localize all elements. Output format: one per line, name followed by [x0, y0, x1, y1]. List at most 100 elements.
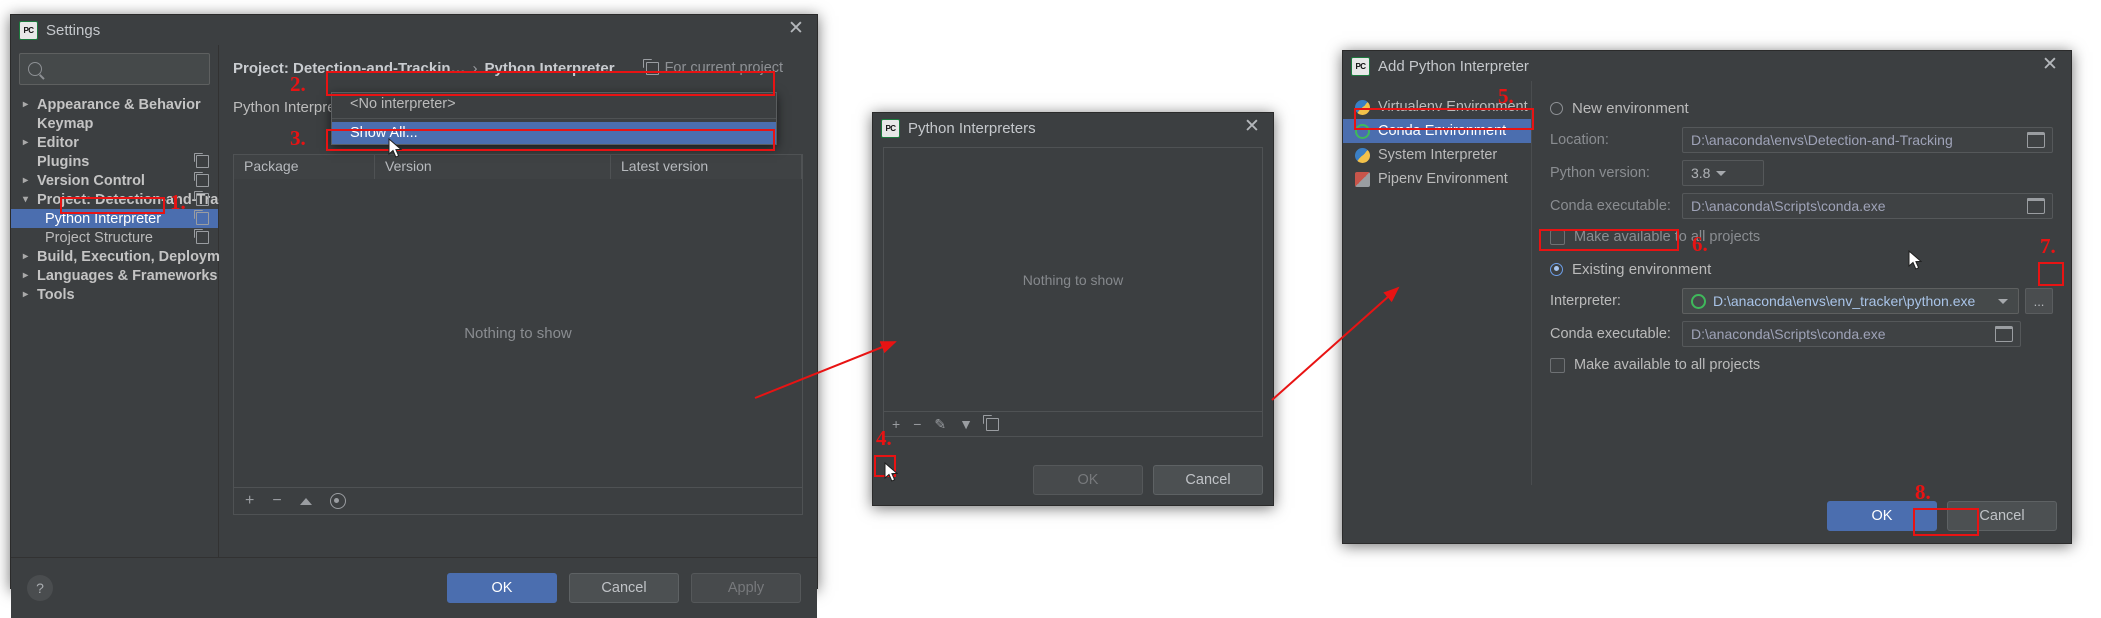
chevron-right-icon[interactable]	[23, 251, 37, 262]
new-make-available-label: Make available to all projects	[1574, 229, 1761, 245]
existing-environment-label: Existing environment	[1572, 260, 1712, 278]
new-environment-radio[interactable]	[1550, 101, 1563, 115]
browse-interpreter-button[interactable]: ...	[2025, 288, 2053, 314]
packages-empty-state: Nothing to show	[234, 179, 802, 488]
settings-sidebar: Appearance & Behavior Keymap Editor Plugins…	[11, 45, 262, 557]
existing-environment-radio-row[interactable]: Existing environment	[1550, 258, 2053, 280]
chevron-right-icon[interactable]	[23, 137, 37, 148]
existing-environment-radio[interactable]	[1550, 262, 1563, 276]
close-icon[interactable]: ✕	[1239, 117, 1265, 139]
environment-type-list: Virtualenv Environment Conda Environment S…	[1343, 81, 1532, 485]
env-type-conda-environment[interactable]: Conda Environment	[1343, 119, 1531, 143]
interpreters-ok-button[interactable]: OK	[1033, 465, 1143, 495]
interpreter-row: Interpreter: D:\anaconda\envs\env_tracke…	[1550, 288, 2053, 314]
sidebar-item-label: Build, Execution, Deployment	[37, 248, 242, 265]
copy-icon[interactable]	[983, 415, 999, 431]
remove-interpreter-button[interactable]: −	[913, 416, 921, 432]
folder-icon[interactable]	[1995, 326, 2013, 342]
sidebar-item-languages-frameworks[interactable]: Languages & Frameworks	[11, 266, 218, 285]
env-type-system-interpreter[interactable]: System Interpreter	[1343, 143, 1531, 167]
interpreter-combo[interactable]: D:\anaconda\envs\env_tracker\python.exe	[1682, 288, 2019, 314]
show-early-releases-icon[interactable]	[329, 493, 346, 509]
copy-icon[interactable]	[193, 228, 209, 244]
dropdown-option-no-interpreter[interactable]: <No interpreter>	[332, 93, 776, 115]
sidebar-item-keymap[interactable]: Keymap	[11, 114, 218, 133]
interpreter-label: Interpreter:	[1550, 293, 1621, 309]
copy-icon[interactable]	[193, 152, 209, 168]
new-make-available-row[interactable]: Make available to all projects	[1550, 226, 2053, 248]
sidebar-item-project-detection-and-trackin[interactable]: Project: Detection-and-Trackin…	[11, 190, 262, 209]
add-interpreter-window-title: Add Python Interpreter	[1378, 57, 1529, 75]
sidebar-item-project-structure[interactable]: Project Structure	[11, 228, 218, 247]
python-version-label: Python version:	[1550, 165, 1650, 181]
python-version-value: 3.8	[1691, 165, 1711, 181]
new-conda-executable-row: Conda executable: D:\anaconda\Scripts\co…	[1550, 193, 2053, 219]
mouse-cursor-add-button	[884, 462, 899, 482]
copy-icon[interactable]	[193, 171, 209, 187]
packages-column-header[interactable]: Version	[375, 155, 611, 179]
new-environment-radio-row[interactable]: New environment	[1550, 97, 2053, 119]
sidebar-item-appearance-behavior[interactable]: Appearance & Behavior	[11, 95, 218, 114]
chevron-right-icon[interactable]	[23, 270, 37, 281]
copy-icon[interactable]	[193, 190, 209, 206]
scope-label: For current project	[664, 60, 784, 76]
help-button[interactable]: ?	[27, 575, 53, 601]
new-conda-executable-field[interactable]: D:\anaconda\Scripts\conda.exe	[1682, 193, 2053, 219]
existing-make-available-checkbox[interactable]	[1550, 357, 1565, 373]
sidebar-item-build-execution-deployment[interactable]: Build, Execution, Deployment	[11, 247, 242, 266]
mouse-cursor-show-all	[388, 138, 403, 158]
sidebar-item-label: Plugins	[37, 153, 90, 170]
sidebar-item-label: Project Structure	[45, 229, 153, 246]
sidebar-item-version-control[interactable]: Version Control	[11, 171, 218, 190]
chevron-down-icon[interactable]	[23, 194, 37, 205]
remove-package-button[interactable]: −	[272, 492, 281, 510]
step-2-label: 2.	[290, 72, 306, 96]
interpreter-value: D:\anaconda\envs\env_tracker\python.exe	[1713, 293, 1976, 309]
settings-footer: ? OK Cancel Apply	[11, 557, 817, 618]
settings-cancel-button[interactable]: Cancel	[569, 573, 679, 603]
add-interpreter-cancel-button[interactable]: Cancel	[1947, 501, 2057, 531]
packages-column-header[interactable]: Package	[234, 155, 375, 179]
sidebar-item-plugins[interactable]: Plugins	[11, 152, 218, 171]
step-4-label: 4.	[876, 426, 892, 450]
folder-icon[interactable]	[2027, 132, 2045, 148]
chevron-right-icon[interactable]	[23, 289, 37, 300]
interpreters-cancel-button[interactable]: Cancel	[1153, 465, 1263, 495]
packages-column-header[interactable]: Latest version	[611, 155, 802, 179]
sidebar-item-python-interpreter[interactable]: Python Interpreter	[11, 209, 218, 228]
settings-apply-button[interactable]: Apply	[691, 573, 801, 603]
search-icon	[28, 62, 42, 76]
breadcrumb-project[interactable]: Project: Detection-and-Trackin…	[233, 60, 466, 77]
env-type-label: Conda Environment	[1378, 123, 1507, 139]
folder-icon[interactable]	[2027, 198, 2045, 214]
existing-conda-executable-field[interactable]: D:\anaconda\Scripts\conda.exe	[1682, 321, 2021, 347]
filter-icon[interactable]: ▼	[959, 416, 973, 432]
packages-header: Package Version Latest version	[234, 155, 802, 180]
sidebar-item-tools[interactable]: Tools	[11, 285, 218, 304]
new-make-available-checkbox[interactable]	[1550, 229, 1565, 245]
sidebar-item-label: Tools	[37, 286, 75, 303]
python-version-combo[interactable]: 3.8	[1682, 160, 1764, 186]
step-6-label: 6.	[1692, 232, 1708, 256]
existing-make-available-row[interactable]: Make available to all projects	[1550, 354, 2053, 376]
settings-ok-button[interactable]: OK	[447, 573, 557, 603]
add-interpreter-button[interactable]: +	[892, 416, 900, 432]
search-input[interactable]	[19, 53, 210, 85]
env-type-pipenv-environment[interactable]: Pipenv Environment	[1343, 167, 1531, 191]
location-field[interactable]: D:\anaconda\envs\Detection-and-Tracking	[1682, 127, 2053, 153]
copy-icon[interactable]	[193, 209, 209, 225]
new-conda-executable-value: D:\anaconda\Scripts\conda.exe	[1691, 198, 1886, 214]
add-interpreter-ok-button[interactable]: OK	[1827, 501, 1937, 531]
settings-titlebar: Settings ✕	[11, 15, 817, 45]
edit-interpreter-icon[interactable]: ✎	[934, 416, 946, 433]
upgrade-package-icon[interactable]	[299, 497, 312, 505]
chevron-right-icon[interactable]	[23, 175, 37, 186]
chevron-right-icon[interactable]	[23, 99, 37, 110]
add-package-button[interactable]: +	[245, 492, 254, 510]
system-interpreter-icon	[1355, 147, 1370, 163]
location-label: Location:	[1550, 132, 1609, 148]
interpreters-empty-state: Nothing to show	[1022, 272, 1124, 288]
close-icon[interactable]: ✕	[783, 19, 809, 41]
sidebar-item-editor[interactable]: Editor	[11, 133, 218, 152]
close-icon[interactable]: ✕	[2037, 55, 2063, 77]
